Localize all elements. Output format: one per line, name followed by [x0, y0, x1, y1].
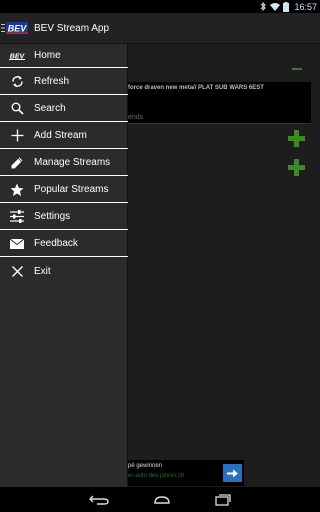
star-icon [0, 177, 34, 203]
wifi-icon [270, 2, 281, 11]
drawer-item-label: Add Stream [34, 130, 87, 141]
arrow-right-icon [227, 469, 238, 477]
status-clock: 16:57 [294, 1, 317, 12]
friends-label: ends [128, 114, 144, 121]
drawer-item-settings[interactable]: Settings [0, 204, 128, 230]
stream-list: force draven new meta// PLAT SUB WARS 6E… [128, 44, 320, 487]
drawer-item-refresh[interactable]: Refresh [0, 69, 128, 95]
battery-icon [283, 1, 290, 12]
close-icon [0, 258, 34, 284]
pencil-icon [0, 150, 34, 176]
sliders-icon [0, 204, 34, 230]
drawer-item-search[interactable]: Search [0, 96, 128, 122]
drawer-indicator-icon[interactable] [0, 13, 5, 44]
drawer-item-label: Exit [34, 265, 51, 277]
bluetooth-icon [259, 2, 267, 11]
drawer-item-home[interactable]: BEV Home [0, 44, 128, 68]
home-icon[interactable] [153, 495, 171, 505]
system-nav-bar [0, 487, 320, 512]
app-title: BEV Stream App [34, 22, 110, 34]
drawer-item-label: Home [34, 50, 61, 61]
drawer-item-label: Refresh [34, 76, 70, 87]
refresh-icon [0, 69, 34, 95]
drawer-item-exit[interactable]: Exit [0, 258, 128, 284]
app-logo-icon[interactable]: BEV [6, 21, 28, 35]
stream-card[interactable]: force draven new meta// PLAT SUB WARS 6E… [128, 82, 311, 124]
status-bar: 16:57 [0, 0, 320, 13]
envelope-icon [0, 231, 34, 257]
svg-text:BEV: BEV [8, 24, 28, 34]
drawer-item-label: Manage Streams [34, 157, 111, 168]
stream-title: force draven new meta// PLAT SUB WARS 6E… [128, 85, 264, 91]
search-icon [0, 96, 34, 122]
add-plus-icon[interactable] [288, 159, 305, 176]
drawer-item-label: Popular Streams [34, 184, 109, 195]
drawer-item-popular-streams[interactable]: Popular Streams [0, 177, 128, 203]
drawer-item-add-stream[interactable]: Add Stream [0, 123, 128, 149]
ad-banner[interactable]: pé gewinnen er-auto des jahres.ch [128, 460, 244, 486]
ad-line-1: pé gewinnen [128, 463, 163, 469]
drawer-item-feedback[interactable]: Feedback [0, 231, 128, 257]
drawer-item-manage-streams[interactable]: Manage Streams [0, 150, 128, 176]
drawer-item-label: Settings [34, 211, 71, 222]
add-plus-icon[interactable] [288, 130, 305, 147]
action-bar: BEV BEV Stream App [0, 13, 320, 44]
plus-icon [0, 123, 34, 149]
navigation-drawer: BEV Home Refresh Search Add Stream Manag… [0, 44, 128, 487]
bev-logo-icon: BEV [0, 43, 34, 69]
ad-line-2: er-auto des jahres.ch [128, 473, 185, 479]
drawer-item-label: Search [34, 103, 66, 114]
back-icon[interactable] [89, 495, 109, 505]
recent-apps-icon[interactable] [215, 493, 231, 506]
collapse-minus-icon[interactable] [292, 68, 302, 70]
drawer-item-label: Feedback [34, 238, 78, 249]
ad-arrow-button[interactable] [223, 464, 242, 482]
